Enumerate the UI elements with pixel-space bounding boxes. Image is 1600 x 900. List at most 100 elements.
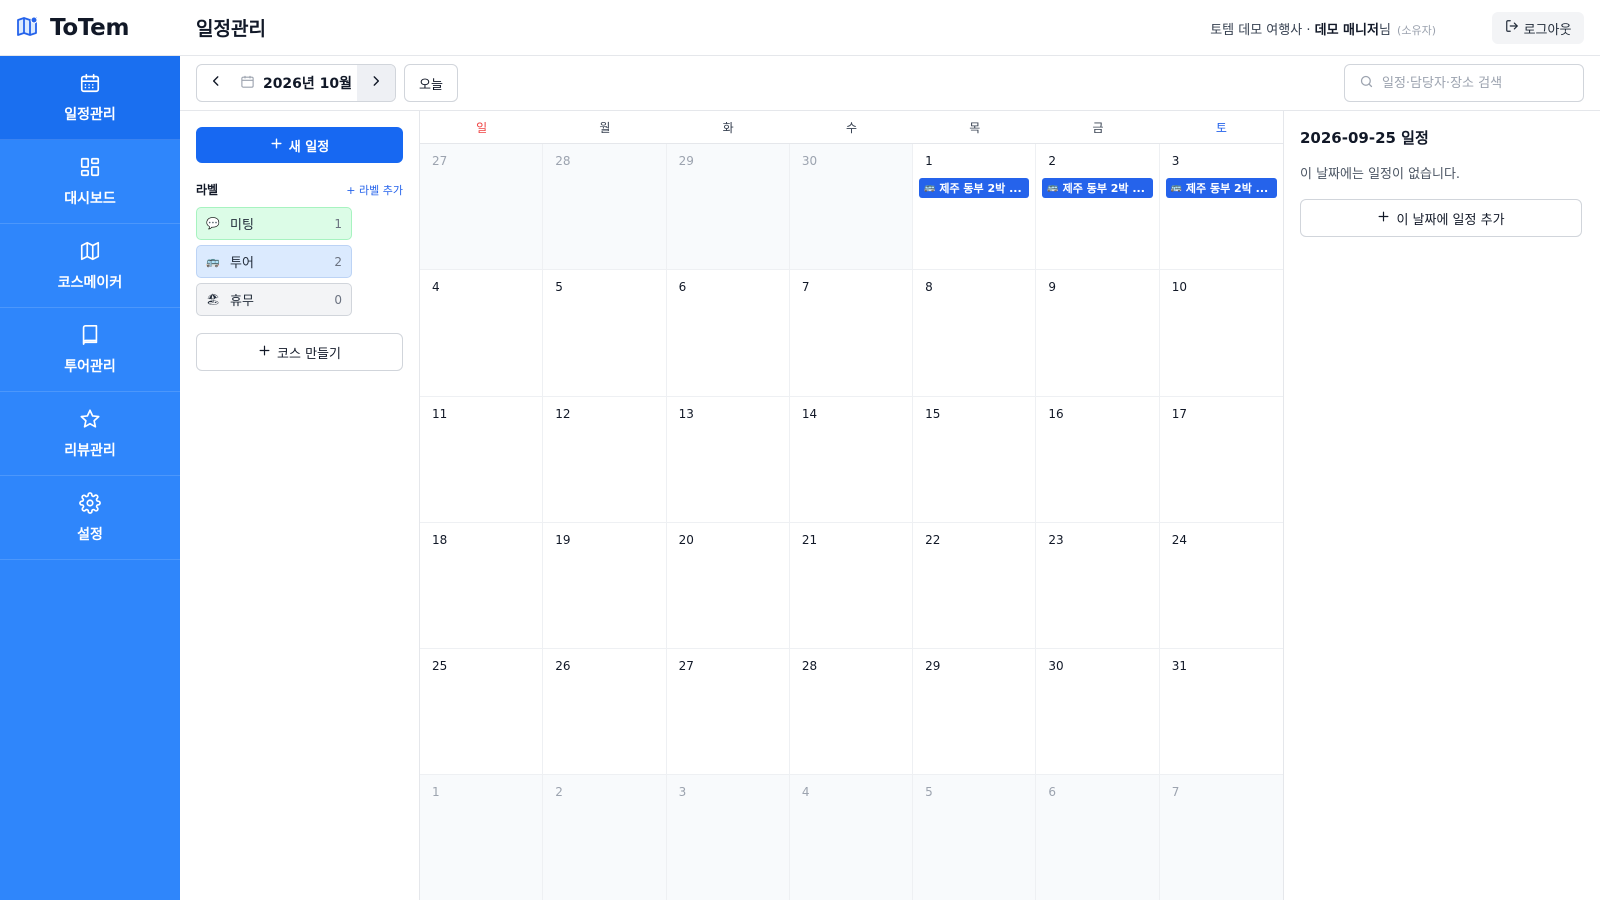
calendar-day-cell[interactable]: 2 🚌 제주 동부 2박 ... xyxy=(1036,144,1160,271)
calendar-day-cell[interactable]: 6 xyxy=(1036,775,1160,900)
calendar-day-cell[interactable]: 16 xyxy=(1036,396,1160,523)
day-number: 29 xyxy=(678,154,694,168)
weekday-sun: 일 xyxy=(476,120,488,135)
calendar-day-cell[interactable]: 22 xyxy=(913,522,1037,650)
day-number: 27 xyxy=(432,154,448,168)
map-icon xyxy=(79,240,101,266)
label-count: 0 xyxy=(334,292,342,307)
sidebar-item-tour-management[interactable]: 투어관리 xyxy=(0,308,180,392)
calendar-day-cell[interactable]: 7 xyxy=(789,270,914,397)
day-number: 14 xyxy=(801,406,818,421)
day-number: 20 xyxy=(678,532,694,547)
calendar-day-cell[interactable]: 11 xyxy=(420,396,544,523)
calendar-day-cell[interactable]: 30 xyxy=(1036,649,1160,776)
prev-month-button[interactable] xyxy=(197,65,235,101)
calendar-day-cell[interactable]: 21 xyxy=(789,522,914,650)
calendar-day-cell[interactable]: 6 xyxy=(666,270,790,397)
user-name: 데모 매니저 xyxy=(1314,23,1379,38)
calendar-day-cell[interactable]: 23 xyxy=(1036,522,1160,650)
calendar-day-cell[interactable]: 28 xyxy=(789,649,914,776)
sidebar-item-dashboard[interactable]: 대시보드 xyxy=(0,140,180,224)
calendar-day-cell[interactable]: 4 xyxy=(789,775,914,900)
detail-empty-text: 이 날짜에는 일정이 없습니다. xyxy=(1300,167,1461,182)
calendar-day-cell[interactable]: 3 xyxy=(666,775,790,900)
search-input[interactable] xyxy=(1382,75,1572,91)
calendar-day-cell[interactable]: 28 xyxy=(543,144,667,271)
label-item-meeting[interactable]: 💬 미팅 1 xyxy=(196,207,352,240)
weekday-header: 일 월 화 수 목 금 토 xyxy=(420,111,1283,144)
event-title: 제주 동부 2박 ... xyxy=(1185,182,1269,195)
left-panel: 새 일정 라벨 + 라벨 추가 💬 미팅 1 🚌 투어 2 🏖 휴무 0 코스 … xyxy=(180,111,420,900)
calendar-day-cell[interactable]: 2 xyxy=(543,775,667,900)
calendar-day-cell[interactable]: 24 xyxy=(1159,523,1283,650)
calendar-day-cell[interactable]: 7 xyxy=(1159,775,1283,900)
event-chip[interactable]: 🚌 제주 동부 2박 ... xyxy=(1042,178,1153,198)
calendar-day-cell[interactable]: 5 xyxy=(543,270,667,397)
plus-icon xyxy=(1377,210,1390,227)
day-number: 18 xyxy=(432,532,448,547)
calendar-day-cell[interactable]: 20 xyxy=(666,522,790,650)
calendar-day-cell[interactable]: 1 xyxy=(420,775,544,900)
calendar-day-cell[interactable]: 29 xyxy=(913,649,1037,776)
calendar-day-cell[interactable]: 9 xyxy=(1036,270,1160,397)
add-event-for-day-button[interactable]: 이 날짜에 일정 추가 xyxy=(1300,199,1582,237)
event-chip[interactable]: 🚌 제주 동부 2박 ... xyxy=(1165,178,1277,198)
calendar-day-cell[interactable]: 26 xyxy=(543,649,667,776)
sidebar-item-settings[interactable]: 설정 xyxy=(0,476,180,560)
page-title: 일정관리 xyxy=(196,18,266,40)
month-picker[interactable]: 2026년 10월 xyxy=(235,65,357,101)
day-number: 25 xyxy=(432,659,448,674)
calendar-day-cell[interactable]: 18 xyxy=(420,522,544,650)
calendar-day-cell[interactable]: 30 xyxy=(789,144,914,271)
day-number: 26 xyxy=(555,659,571,674)
label-item-tour[interactable]: 🚌 투어 2 xyxy=(196,245,352,278)
create-course-button[interactable]: 코스 만들기 xyxy=(196,333,403,371)
day-number: 30 xyxy=(1048,659,1064,674)
calendar-day-cell[interactable]: 17 xyxy=(1159,397,1283,523)
create-course-label: 코스 만들기 xyxy=(277,346,341,362)
calendar-day-cell[interactable]: 10 xyxy=(1159,270,1283,397)
calendar-day-cell[interactable]: 27 xyxy=(420,144,544,271)
event-chip[interactable]: 🚌 제주 동부 2박 ... xyxy=(919,178,1030,198)
day-number: 15 xyxy=(925,406,941,421)
speech-bubble-icon: 💬 xyxy=(206,217,220,230)
day-number: 9 xyxy=(1048,280,1057,295)
calendar-day-cell[interactable]: 31 xyxy=(1159,649,1283,776)
calendar-day-cell[interactable]: 15 xyxy=(913,396,1037,523)
label-item-day-off[interactable]: 🏖 휴무 0 xyxy=(196,283,352,316)
calendar-day-cell[interactable]: 12 xyxy=(543,396,667,523)
calendar-day-cell[interactable]: 8 xyxy=(913,270,1037,397)
day-number: 4 xyxy=(432,280,440,295)
new-event-button[interactable]: 새 일정 xyxy=(196,127,403,163)
calendar-day-cell[interactable]: 3 🚌 제주 동부 2박 ... xyxy=(1159,144,1283,271)
user-role: (소유자) xyxy=(1397,24,1436,37)
search-box xyxy=(1344,64,1584,102)
user-info: 토템 데모 여행사 · 데모 매니저님 (소유자) xyxy=(1210,19,1436,38)
next-month-button[interactable] xyxy=(357,65,395,101)
day-number: 1 xyxy=(925,154,933,168)
day-number: 16 xyxy=(1048,406,1064,421)
calendar-day-cell[interactable]: 1 🚌 제주 동부 2박 ... xyxy=(913,144,1037,271)
sidebar-item-review-management[interactable]: 리뷰관리 xyxy=(0,392,180,476)
day-number: 11 xyxy=(432,406,448,421)
calendar-day-cell[interactable]: 14 xyxy=(789,396,914,523)
calendar-day-cell[interactable]: 27 xyxy=(666,649,790,776)
calendar-day-cell[interactable]: 25 xyxy=(420,649,544,776)
calendar-day-cell[interactable]: 5 xyxy=(913,775,1037,900)
today-button[interactable]: 오늘 xyxy=(404,64,458,102)
day-number: 8 xyxy=(925,280,933,295)
logout-button[interactable]: 로그아웃 xyxy=(1492,12,1584,44)
month-calendar: 일 월 화 수 목 금 토 27 28 29 30 1 🚌 제주 동부 2박 ... 2 🚌 제주… xyxy=(420,111,1284,900)
calendar-day-cell[interactable]: 13 xyxy=(666,396,790,523)
brand[interactable]: ToTem xyxy=(16,14,129,42)
day-number: 4 xyxy=(801,785,810,800)
sidebar-item-schedule[interactable]: 일정관리 xyxy=(0,56,180,140)
calendar-day-cell[interactable]: 29 xyxy=(666,144,790,271)
add-label-link[interactable]: + 라벨 추가 xyxy=(346,182,403,198)
day-number: 17 xyxy=(1171,406,1187,421)
calendar-day-cell[interactable]: 19 xyxy=(543,522,667,650)
sidebar-item-course-maker[interactable]: 코스메이커 xyxy=(0,224,180,308)
day-number: 24 xyxy=(1171,532,1187,547)
gear-icon xyxy=(79,491,101,518)
calendar-day-cell[interactable]: 4 xyxy=(420,270,544,397)
